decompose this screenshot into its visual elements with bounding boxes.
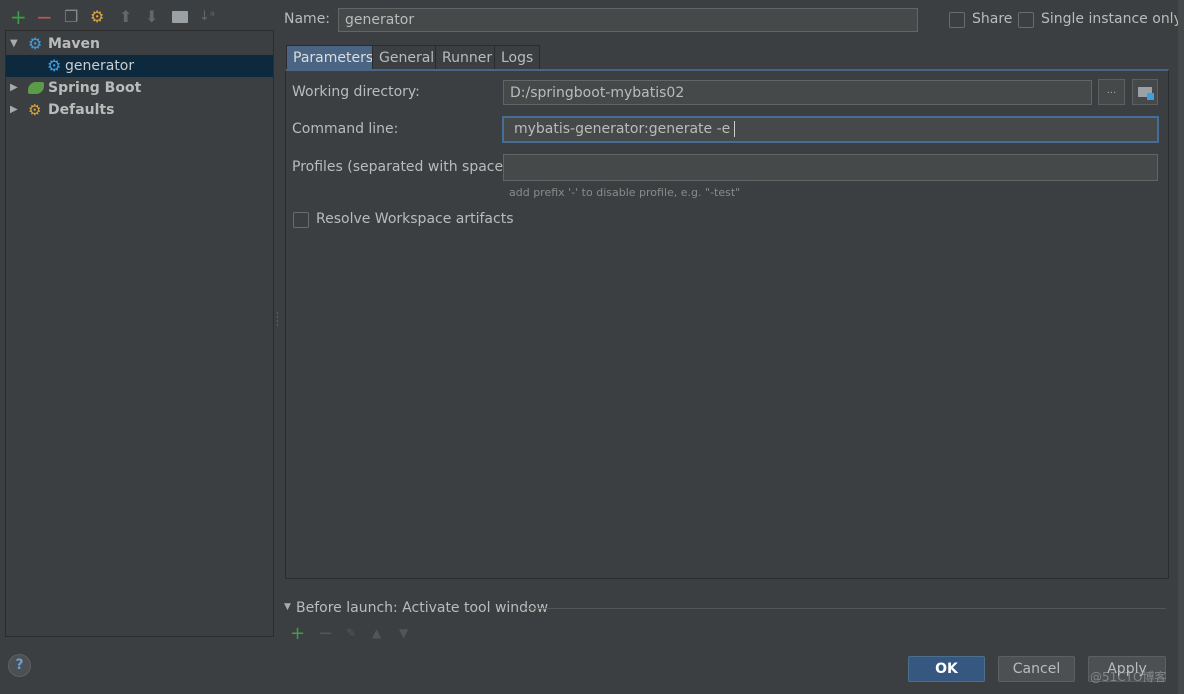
browse-macros-button[interactable]: ... — [1098, 79, 1125, 105]
profiles-input[interactable] — [503, 154, 1158, 181]
run-config-tree[interactable]: ▼ ⚙ Maven ⚙ generator ▶ Spring Boot ▶ ⚙ … — [5, 30, 274, 637]
tab-runner[interactable]: Runner — [435, 45, 500, 70]
maven-gear-icon: ⚙ — [47, 56, 62, 75]
name-label: Name: — [284, 11, 331, 27]
command-line-label: Command line: — [292, 121, 399, 137]
profiles-label: Profiles (separated with space): — [292, 159, 514, 175]
splitter-handle[interactable]: · · · · — [276, 310, 279, 331]
move-down-icon[interactable]: ▼ — [399, 626, 408, 640]
help-button[interactable]: ? — [8, 654, 31, 677]
working-directory-label: Working directory: — [292, 84, 420, 100]
copy-icon[interactable]: ❐ — [64, 8, 78, 26]
before-launch-label[interactable]: Before launch: Activate tool window — [296, 600, 548, 616]
cancel-button[interactable]: Cancel — [998, 656, 1075, 682]
remove-task-icon[interactable]: − — [318, 623, 333, 644]
parameters-panel — [285, 69, 1169, 579]
share-label: Share — [972, 11, 1013, 27]
wrench-icon: ⚙ — [28, 101, 42, 119]
browse-folder-button[interactable] — [1132, 79, 1158, 105]
scrollbar[interactable] — [1178, 0, 1184, 694]
resolve-workspace-checkbox[interactable] — [293, 212, 309, 228]
collapse-arrow-icon[interactable]: ▼ — [284, 602, 291, 612]
resolve-workspace-label: Resolve Workspace artifacts — [316, 211, 514, 227]
ok-button[interactable]: OK — [908, 656, 985, 682]
edit-task-icon[interactable]: ✎ — [346, 626, 356, 640]
expand-arrow-icon[interactable]: ▶ — [10, 77, 18, 99]
maven-gear-icon: ⚙ — [28, 34, 43, 53]
name-input[interactable]: generator — [338, 8, 918, 32]
divider — [524, 608, 1166, 609]
add-icon[interactable]: + — [10, 7, 27, 27]
tab-parameters[interactable]: Parameters — [286, 45, 381, 70]
profiles-hint: add prefix '-' to disable profile, e.g. … — [509, 186, 741, 199]
move-down-icon[interactable]: ⬇ — [145, 8, 158, 26]
add-task-icon[interactable]: + — [290, 623, 305, 644]
working-directory-input[interactable]: D:/springboot-mybatis02 — [503, 80, 1092, 105]
tree-item-maven[interactable]: ▼ ⚙ Maven — [6, 33, 273, 55]
share-checkbox[interactable] — [949, 12, 965, 28]
tree-item-defaults[interactable]: ▶ ⚙ Defaults — [6, 99, 273, 121]
tree-item-spring-boot[interactable]: ▶ Spring Boot — [6, 77, 273, 99]
tab-general[interactable]: General — [372, 45, 442, 70]
move-up-icon[interactable]: ⬆ — [119, 8, 132, 26]
spring-boot-icon — [28, 82, 44, 94]
expand-arrow-icon[interactable]: ▶ — [10, 99, 18, 121]
single-instance-checkbox[interactable] — [1018, 12, 1034, 28]
edit-defaults-icon[interactable]: ⚙ — [90, 8, 104, 26]
folder-icon[interactable] — [172, 11, 188, 23]
tab-logs[interactable]: Logs — [494, 45, 541, 70]
tree-item-generator[interactable]: ⚙ generator — [6, 55, 273, 77]
single-instance-label: Single instance only — [1041, 11, 1182, 27]
remove-icon[interactable]: − — [36, 7, 53, 27]
command-line-input[interactable]: mybatis-generator:generate -e — [502, 116, 1159, 143]
watermark: @51CTO博客 — [1090, 670, 1167, 684]
expand-arrow-icon[interactable]: ▼ — [10, 33, 18, 55]
move-up-icon[interactable]: ▲ — [372, 626, 381, 640]
sort-icon[interactable]: ↓ᵃ — [199, 8, 215, 26]
